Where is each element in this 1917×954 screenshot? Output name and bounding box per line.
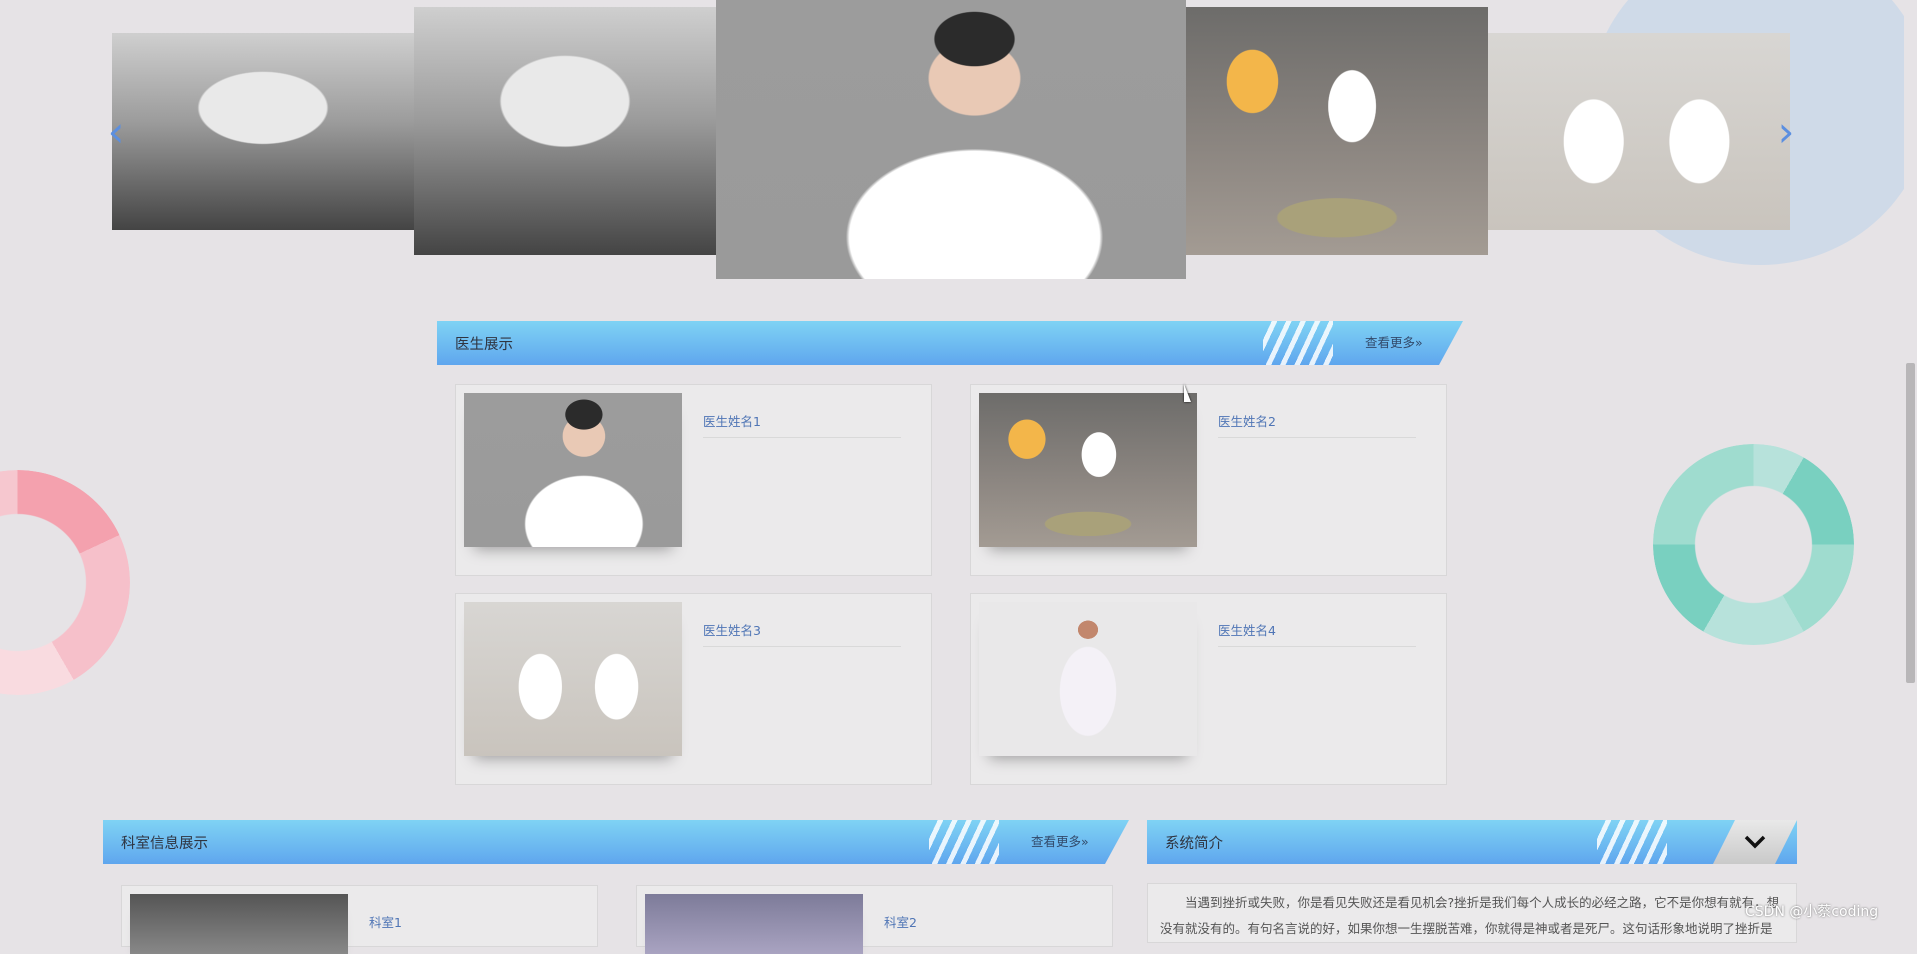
doctor-card[interactable]: 医生姓名2: [970, 384, 1447, 576]
chevron-left-icon[interactable]: ‹: [104, 111, 128, 153]
doctor-name-link[interactable]: 医生姓名3: [703, 620, 761, 639]
carousel-slide[interactable]: [414, 7, 716, 255]
divider: [1218, 437, 1416, 438]
doctor-name-link[interactable]: 医生姓名1: [703, 411, 761, 430]
doctor-photo[interactable]: [979, 602, 1197, 756]
header-stripes: [1597, 820, 1667, 864]
doctor-card[interactable]: 医生姓名4: [970, 593, 1447, 785]
collapse-toggle-button[interactable]: [1713, 820, 1797, 864]
departments-section-header: 科室信息展示 查看更多»: [103, 820, 1129, 864]
department-card[interactable]: 科室1: [121, 885, 598, 954]
divider: [703, 646, 901, 647]
divider: [703, 437, 901, 438]
doctors-section-header: 医生展示 查看更多»: [437, 321, 1463, 365]
doctor-name-link[interactable]: 医生姓名2: [1218, 411, 1276, 430]
carousel-slide[interactable]: [1186, 7, 1488, 255]
mouse-cursor-icon: [1184, 384, 1191, 402]
carousel-slide[interactable]: [1488, 33, 1790, 230]
system-intro-text: 当遇到挫折或失败，你是看见失败还是看见机会?挫折是我们每个人成长的必经之路，它不…: [1147, 883, 1797, 943]
section-title: 系统简介: [1165, 835, 1223, 852]
page-scrollbar[interactable]: [1904, 0, 1917, 931]
decorative-teal-ring: [1653, 444, 1854, 645]
header-stripes: [1263, 321, 1333, 365]
carousel-slide-active[interactable]: [716, 0, 1186, 279]
scrollbar-thumb[interactable]: [1906, 363, 1915, 683]
chevron-down-icon: [1744, 835, 1766, 849]
doctor-card[interactable]: 医生姓名3: [455, 593, 932, 785]
decorative-pink-ring: [0, 470, 130, 695]
doctor-photo[interactable]: [464, 393, 682, 547]
view-more-link[interactable]: 查看更多»: [1031, 820, 1089, 864]
chevron-right-icon[interactable]: ›: [1774, 111, 1798, 153]
department-photo[interactable]: [645, 894, 863, 954]
section-title: 科室信息展示: [121, 835, 208, 852]
header-stripes: [929, 820, 999, 864]
department-name-link[interactable]: 科室2: [884, 912, 917, 931]
department-name-link[interactable]: 科室1: [369, 912, 402, 931]
doctor-photo[interactable]: [979, 393, 1197, 547]
watermark: CSDN @小蔡coding: [1745, 904, 1879, 920]
view-more-link[interactable]: 查看更多»: [1365, 321, 1423, 365]
system-intro-header: 系统简介: [1147, 820, 1797, 864]
doctor-photo[interactable]: [464, 602, 682, 756]
department-card[interactable]: 科室2: [636, 885, 1113, 954]
carousel-slide[interactable]: [112, 33, 414, 230]
doctor-name-link[interactable]: 医生姓名4: [1218, 620, 1276, 639]
section-title: 医生展示: [455, 336, 513, 353]
doctor-carousel[interactable]: ‹ ›: [0, 0, 1917, 290]
divider: [1218, 646, 1416, 647]
department-photo[interactable]: [130, 894, 348, 954]
doctor-card[interactable]: 医生姓名1: [455, 384, 932, 576]
